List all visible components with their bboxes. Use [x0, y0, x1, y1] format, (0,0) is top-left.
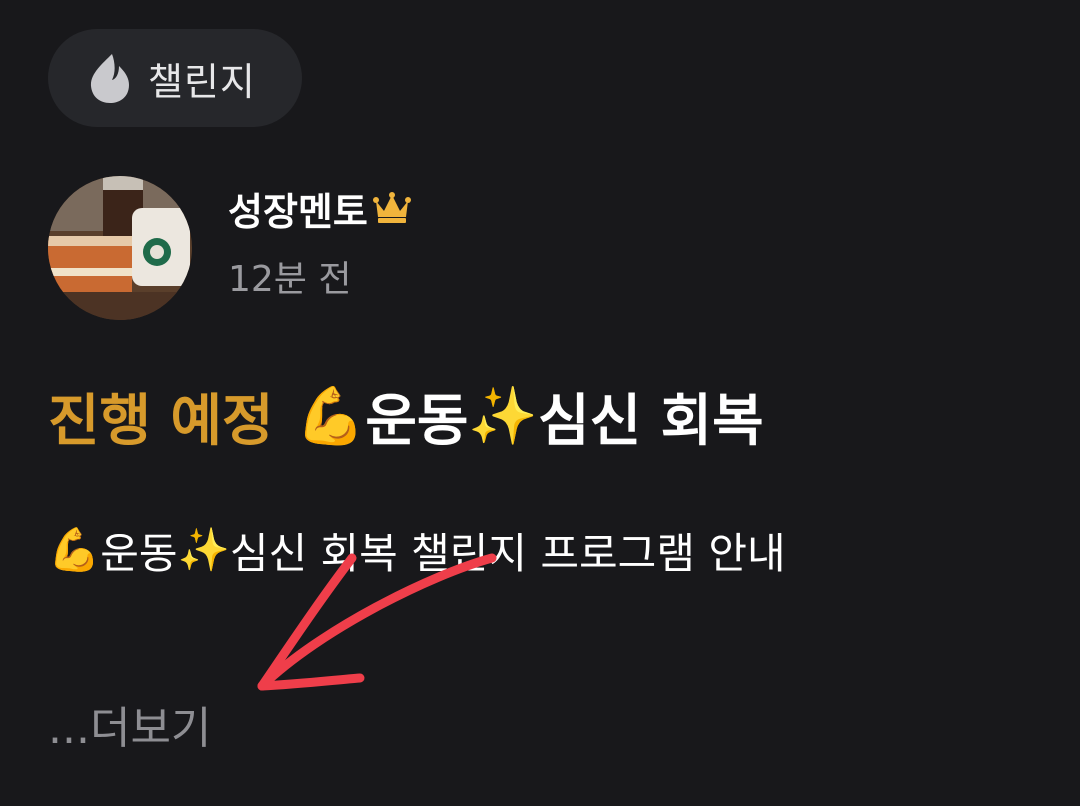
status-label: 진행 예정 — [48, 388, 274, 454]
challenge-category-chip[interactable]: 챌린지 — [48, 29, 302, 127]
post-title[interactable]: 진행 예정 💪 운동 ✨ 심신 회복 — [48, 378, 764, 454]
author-name[interactable]: 성장멘토 — [228, 181, 368, 236]
crown-icon — [372, 192, 411, 223]
body-text-program: 심신 회복 챌린지 프로그램 안내 — [229, 528, 786, 578]
flexed-biceps-emoji: 💪 — [295, 384, 366, 449]
title-text-exercise: 운동 — [365, 388, 469, 454]
post-card: 챌린지 성장멘토 12분 전 진행 예정 💪 운동 ✨ 심신 회복 💪 운동 ✨… — [0, 0, 1080, 806]
body-text-exercise: 운동 — [100, 528, 178, 578]
post-timestamp: 12분 전 — [228, 259, 352, 300]
flexed-biceps-emoji: 💪 — [48, 525, 101, 574]
read-more-link[interactable]: ...더보기 — [48, 692, 211, 756]
flame-icon — [90, 54, 129, 103]
sparkles-emoji: ✨ — [468, 384, 539, 449]
chip-label: 챌린지 — [148, 59, 256, 104]
avatar-photo — [48, 176, 192, 320]
avatar[interactable] — [48, 176, 192, 320]
author-line: 성장멘토 — [228, 182, 412, 234]
sparkles-emoji: ✨ — [177, 525, 230, 574]
title-text-recovery: 심신 회복 — [538, 388, 764, 454]
post-body-preview: 💪 운동 ✨ 심신 회복 챌린지 프로그램 안내 — [48, 518, 786, 582]
